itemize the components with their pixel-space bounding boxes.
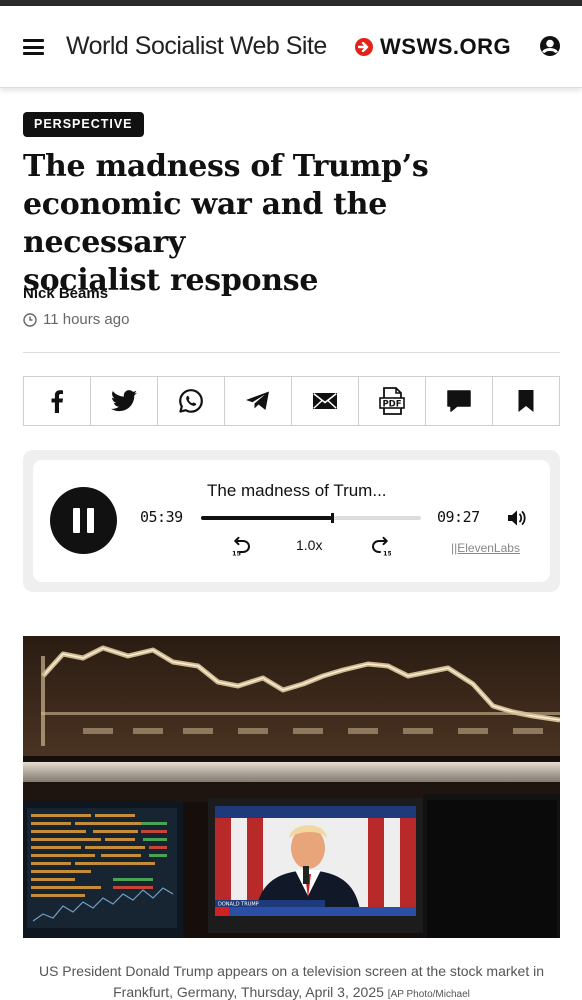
comment-icon (447, 390, 471, 412)
section-badge[interactable]: PERSPECTIVE (23, 112, 144, 137)
publish-time: 11 hours ago (23, 311, 129, 328)
skip-forward-15-button[interactable]: 15 (371, 536, 393, 561)
divider (23, 352, 560, 353)
audio-player-container: The madness of Trum... 05:39 09:27 15 1.… (23, 450, 560, 592)
forward-15-icon: 15 (371, 536, 393, 558)
share-telegram-button[interactable] (225, 377, 292, 425)
audio-player: The madness of Trum... 05:39 09:27 15 1.… (33, 460, 550, 582)
pdf-icon: PDF (379, 387, 405, 415)
share-email-button[interactable] (292, 377, 359, 425)
playback-speed-button[interactable]: 1.0x (296, 537, 322, 553)
wsws-logo-icon (355, 38, 373, 56)
headline-line: The madness of Trump’s (23, 149, 429, 184)
elapsed-time: 05:39 (140, 508, 183, 526)
wsws-logo-text[interactable]: WSWS.ORG (380, 34, 511, 60)
site-name[interactable]: World Socialist Web Site (66, 32, 327, 61)
account-icon[interactable] (539, 35, 561, 57)
rewind-15-icon: 15 (232, 536, 251, 558)
bookmark-icon (518, 390, 534, 412)
progress-slider[interactable] (201, 513, 421, 523)
article-hero-image[interactable]: DONALD TRUMP (23, 636, 560, 938)
pause-button[interactable] (50, 487, 117, 554)
twitter-icon (111, 390, 137, 412)
telegram-icon (246, 391, 269, 410)
skip-forward-seconds: 15 (383, 550, 391, 557)
author-name[interactable]: Nick Beams (23, 285, 108, 302)
headline-line: economic war and the necessary (23, 187, 387, 260)
article-headline: The madness of Trump’s economic war and … (23, 148, 553, 300)
whatsapp-icon (179, 389, 203, 413)
site-header: World Socialist Web Site WSWS.ORG (0, 6, 582, 88)
skip-back-15-button[interactable]: 15 (231, 536, 251, 561)
player-track-title: The madness of Trum... (207, 481, 387, 500)
bookmark-button[interactable] (493, 377, 559, 425)
comments-button[interactable] (426, 377, 493, 425)
tv-lower-third-name: DONALD TRUMP (218, 902, 259, 908)
skip-back-seconds: 15 (232, 550, 242, 557)
time-ago-text: 11 hours ago (43, 311, 130, 328)
facebook-icon (51, 390, 63, 413)
image-caption: US President Donald Trump appears on a t… (23, 961, 560, 1000)
progress-handle[interactable] (330, 513, 334, 523)
clock-icon (23, 312, 37, 327)
share-twitter-button[interactable] (91, 377, 158, 425)
hamburger-menu-icon[interactable] (23, 39, 44, 55)
elevenlabs-credit-link[interactable]: ||ElevenLabs (451, 541, 520, 555)
total-duration: 09:27 (437, 508, 480, 526)
svg-text:PDF: PDF (382, 400, 401, 410)
download-pdf-button[interactable]: PDF (359, 377, 426, 425)
share-facebook-button[interactable] (24, 377, 91, 425)
share-whatsapp-button[interactable] (158, 377, 225, 425)
photo-credit: [AP Photo/Michael (387, 989, 470, 1000)
progress-fill (201, 516, 333, 520)
volume-icon[interactable] (507, 509, 527, 532)
email-icon (313, 393, 337, 409)
share-bar: PDF (23, 376, 560, 426)
